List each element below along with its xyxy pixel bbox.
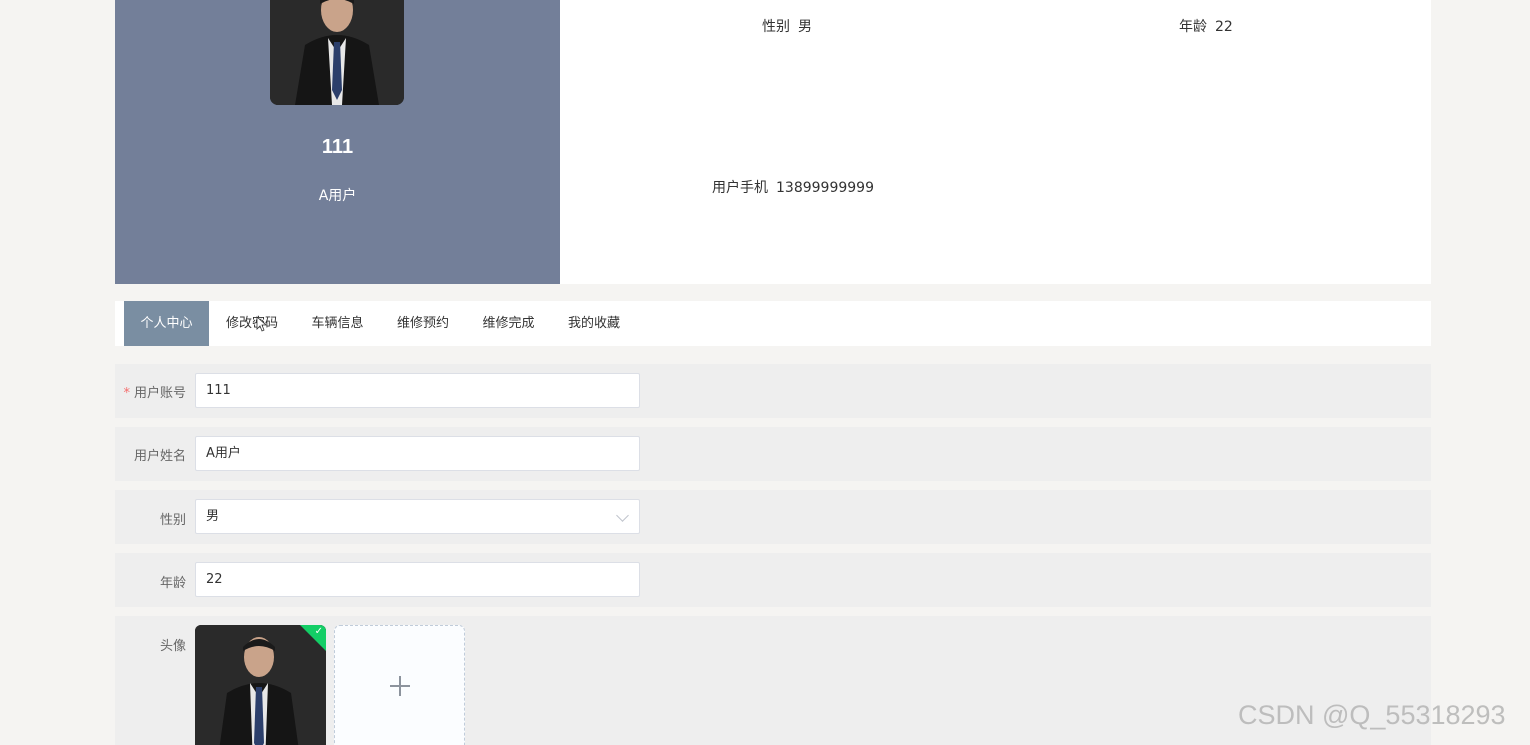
age-input[interactable]: 22 — [195, 562, 640, 597]
avatar-label: 头像 — [159, 639, 186, 654]
profile-gender-label: 性别 — [762, 19, 790, 35]
required-mark: * — [123, 386, 130, 401]
profile-card: 111 A用户 性别男 年龄 22 用户手机 13899999999 — [115, 0, 1431, 284]
form-row-avatar: 头像 ✓ — [115, 616, 1431, 745]
profile-gender-value: 男 — [798, 19, 812, 35]
gender-select[interactable]: 男 — [195, 499, 640, 534]
upload-add-button[interactable] — [334, 625, 465, 745]
tab-change-password[interactable]: 修改密码 — [209, 301, 295, 346]
profile-phone-value: 13899999999 — [776, 180, 874, 196]
account-label-text: 用户账号 — [133, 386, 186, 401]
gender-label: 性别 — [159, 513, 186, 528]
name-input[interactable]: A用户 — [195, 436, 640, 471]
profile-role: A用户 — [318, 188, 357, 204]
form-row-gender: 性别 男 — [115, 490, 1431, 544]
form-row-age: 年龄 22 — [115, 553, 1431, 607]
form-row-account: * 用户账号 111 — [115, 364, 1431, 418]
profile-age: 年龄 22 — [1179, 16, 1233, 36]
uploaded-avatar[interactable]: ✓ — [195, 625, 326, 745]
tab-personal-center[interactable]: 个人中心 — [124, 301, 209, 346]
person-photo-icon — [270, 0, 404, 105]
mouse-cursor-icon — [256, 316, 268, 332]
tab-my-favorites[interactable]: 我的收藏 — [551, 301, 637, 346]
profile-summary-panel: 111 A用户 — [115, 0, 560, 284]
name-label: 用户姓名 — [133, 449, 186, 464]
tab-repair-complete[interactable]: 维修完成 — [466, 301, 551, 346]
age-label: 年龄 — [159, 576, 186, 591]
profile-phone-label: 用户手机 — [712, 180, 768, 196]
account-input[interactable]: 111 — [195, 373, 640, 408]
tab-vehicle-info[interactable]: 车辆信息 — [295, 301, 380, 346]
profile-gender: 性别男 — [762, 16, 812, 36]
profile-username: 111 — [321, 136, 354, 158]
tab-bar: 个人中心 修改密码 车辆信息 维修预约 维修完成 我的收藏 — [115, 301, 1431, 346]
account-label: * 用户账号 — [123, 382, 186, 401]
profile-age-value: 22 — [1215, 19, 1233, 35]
chevron-down-icon — [616, 509, 629, 522]
profile-age-label: 年龄 — [1179, 19, 1207, 35]
plus-icon-vertical — [399, 676, 401, 696]
form-row-name: 用户姓名 A用户 — [115, 427, 1431, 481]
profile-phone: 用户手机 13899999999 — [712, 177, 874, 197]
check-icon: ✓ — [314, 626, 323, 637]
tab-repair-booking[interactable]: 维修预约 — [380, 301, 466, 346]
gender-select-value: 男 — [206, 509, 220, 524]
main-container: 111 A用户 性别男 年龄 22 用户手机 13899999999 个人中心 修改… — [115, 0, 1431, 745]
watermark: CSDN @Q_55318293 — [1238, 700, 1506, 730]
profile-avatar — [270, 0, 404, 105]
